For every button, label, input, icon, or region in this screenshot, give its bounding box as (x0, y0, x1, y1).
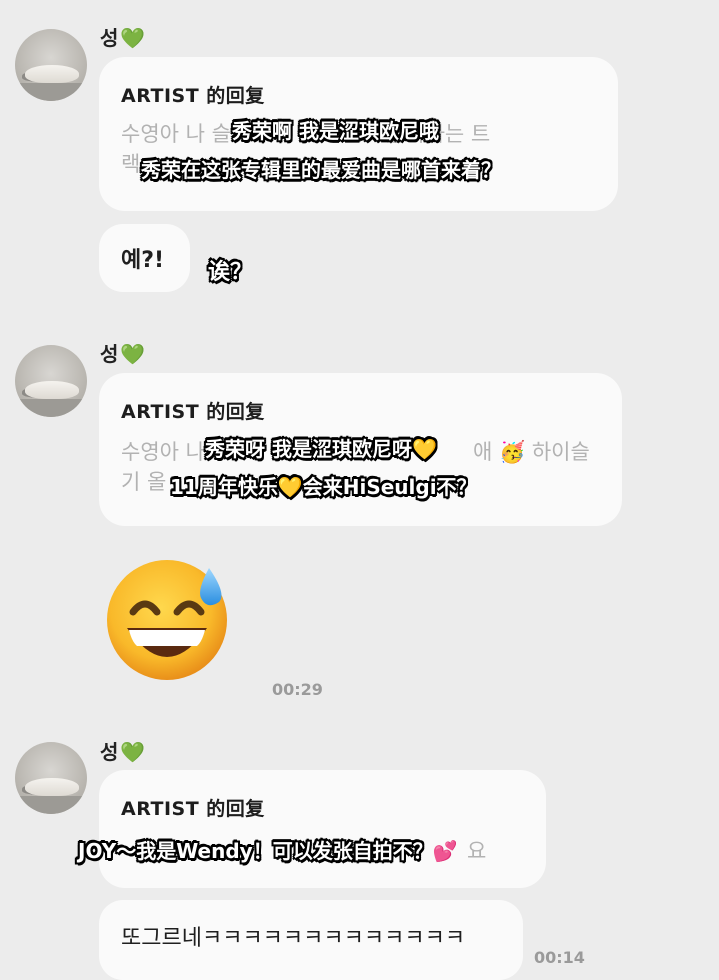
sweat-smile-emoji-icon[interactable] (105, 558, 235, 682)
two-hearts-icon: 💕 (432, 839, 458, 863)
avatar[interactable] (15, 29, 87, 101)
avatar-photo-floor (15, 83, 87, 101)
translation-caption: 11周年快乐💛会来HiSeulgi不？ (170, 475, 477, 499)
avatar-photo-floor (15, 796, 87, 814)
emoji-teeth (129, 630, 205, 646)
avatar-photo-dog (25, 65, 79, 83)
translation-caption: 秀荣在这张专辑里的最爱曲是哪首来着？ (141, 158, 501, 182)
artist-reply-card[interactable]: ARTIST 的回复 요 (99, 770, 546, 888)
sender-name: 성 💚 (100, 342, 146, 366)
green-heart-icon: 💚 (120, 740, 146, 764)
translation-caption: 诶？ (208, 260, 253, 285)
card-header: ARTIST 的回复 (121, 85, 265, 107)
avatar-photo-dog (25, 381, 79, 399)
card-header: ARTIST 的回复 (121, 401, 265, 423)
green-heart-icon: 💚 (120, 342, 146, 366)
card-text: 요 (467, 839, 487, 863)
green-heart-icon: 💚 (120, 26, 146, 50)
translation-caption: 秀荣啊 我是涩琪欧尼哦 (232, 119, 439, 143)
translation-caption: JOY～我是Wendy！可以发张自拍不？💕 (78, 839, 458, 863)
message-time: 00:29 (272, 680, 323, 699)
avatar[interactable] (15, 345, 87, 417)
reply-bubble[interactable]: 예?! (99, 224, 190, 292)
sender-name: 성 💚 (100, 740, 146, 764)
party-face-icon: 🥳 (498, 440, 526, 464)
avatar[interactable] (15, 742, 87, 814)
card-header: ARTIST 的回复 (121, 798, 265, 820)
reply-text: 또그르네ㅋㅋㅋㅋㅋㅋㅋㅋㅋㅋㅋㅋㅋ (121, 926, 466, 951)
avatar-photo-floor (15, 399, 87, 417)
sender-name: 성 💚 (100, 26, 146, 50)
translation-caption: 秀荣呀 我是涩琪欧尼呀💛 (205, 437, 437, 461)
message-time: 00:14 (534, 948, 585, 967)
reply-bubble[interactable]: 또그르네ㅋㅋㅋㅋㅋㅋㅋㅋㅋㅋㅋㅋㅋ (99, 900, 523, 980)
reply-text: 예?! (121, 248, 165, 273)
avatar-photo-dog (25, 778, 79, 796)
